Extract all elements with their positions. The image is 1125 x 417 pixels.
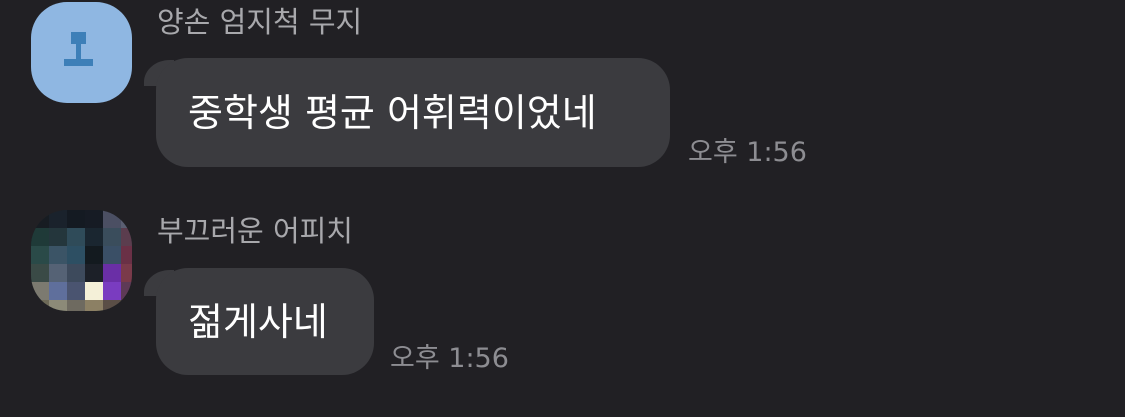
message-text: 젊게사네	[188, 299, 328, 344]
message-time: 오후 1:56	[688, 137, 807, 168]
message-text: 중학생 평균 어휘력이었네	[188, 90, 597, 135]
profile-avatar[interactable]	[31, 2, 132, 103]
profile-avatar[interactable]	[31, 210, 132, 311]
pixelated-photo-icon	[31, 210, 132, 311]
message-time: 오후 1:56	[390, 343, 509, 374]
sender-name: 양손 엄지척 무지	[157, 5, 363, 39]
chat-room: 양손 엄지척 무지 중학생 평균 어휘력이었네 오후 1:56 부끄러운 어피치…	[0, 0, 1125, 417]
sender-name: 부끄러운 어피치	[157, 214, 353, 248]
message-bubble[interactable]: 중학생 평균 어휘력이었네	[156, 58, 670, 167]
message-bubble[interactable]: 젊게사네	[156, 268, 374, 375]
profile-figure-icon	[64, 32, 93, 66]
